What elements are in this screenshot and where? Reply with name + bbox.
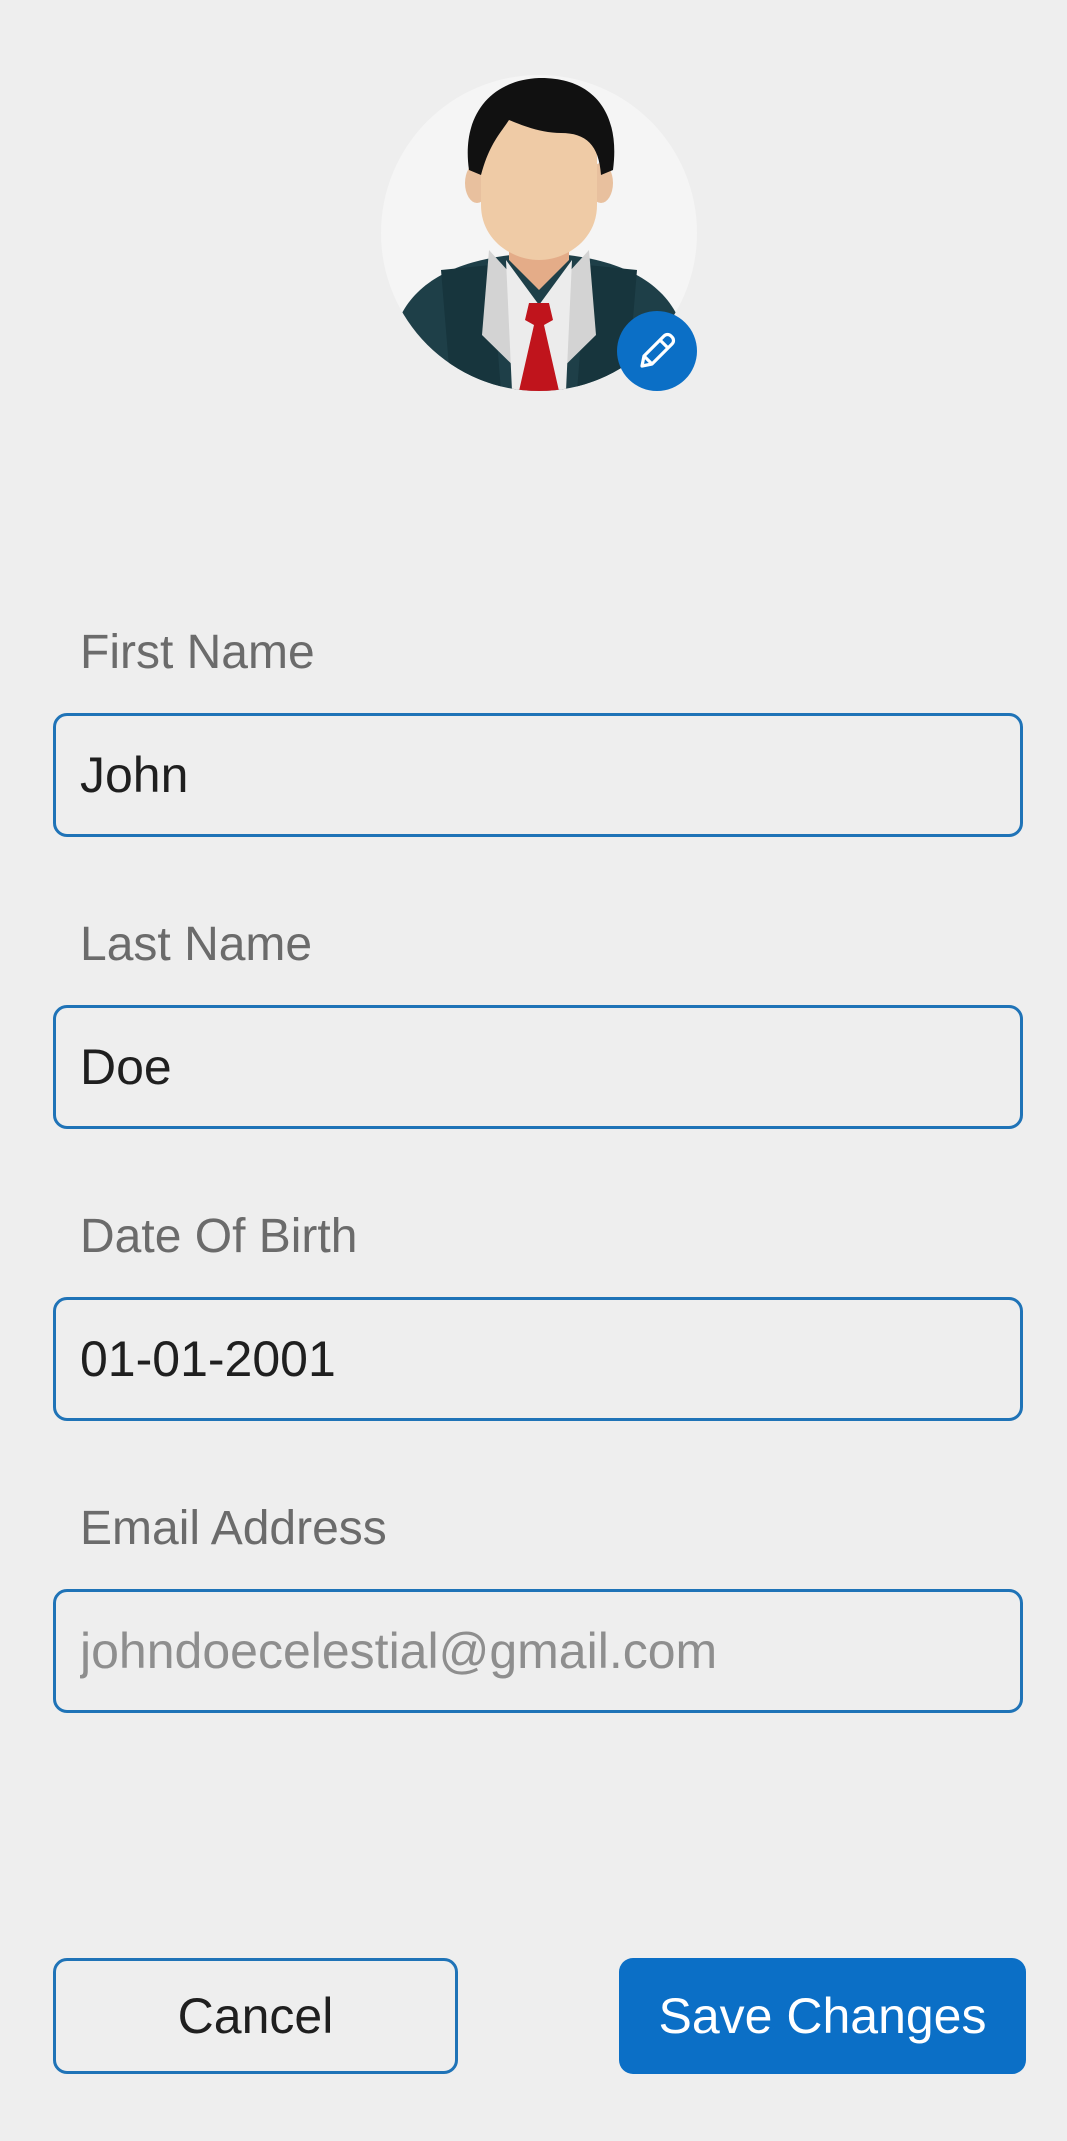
last-name-label: Last Name — [80, 918, 313, 971]
dob-label: Date Of Birth — [80, 1210, 358, 1263]
email-label: Email Address — [80, 1502, 387, 1555]
first-name-input[interactable]: John — [80, 716, 1000, 834]
avatar-section — [381, 75, 697, 391]
dob-input[interactable]: 01-01-2001 — [80, 1300, 1000, 1418]
dob-field[interactable]: 01-01-2001 — [53, 1297, 1023, 1421]
cancel-button[interactable]: Cancel — [53, 1958, 458, 2074]
email-input[interactable]: johndoecelestial@gmail.com — [80, 1592, 1000, 1710]
email-field[interactable]: johndoecelestial@gmail.com — [53, 1589, 1023, 1713]
last-name-input[interactable]: Doe — [80, 1008, 1000, 1126]
first-name-field[interactable]: John — [53, 713, 1023, 837]
pencil-icon — [640, 332, 676, 368]
edit-avatar-button[interactable] — [617, 311, 697, 391]
last-name-field[interactable]: Doe — [53, 1005, 1023, 1129]
save-changes-button[interactable]: Save Changes — [619, 1958, 1026, 2074]
first-name-label: First Name — [80, 626, 315, 679]
edit-profile-screen: First Name John Last Name Doe Date Of Bi… — [0, 0, 1067, 2141]
